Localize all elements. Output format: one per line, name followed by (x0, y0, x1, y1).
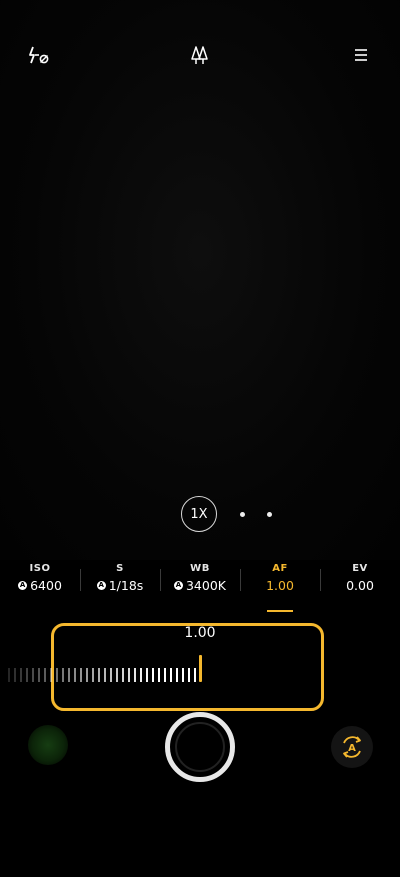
slider-tick (32, 668, 34, 682)
pro-params-bar: ISO A 6400 S A 1/18s WB A 3400K AF 1.00 … (0, 560, 400, 612)
slider-tick (158, 668, 160, 682)
param-value: A 1/18s (96, 578, 144, 593)
slider-tick (188, 668, 190, 682)
slider-tick (122, 668, 124, 682)
param-value-text: 1.00 (266, 578, 294, 593)
active-param-indicator (267, 610, 293, 612)
param-label: WB (190, 563, 210, 574)
param-label: ISO (29, 563, 51, 574)
param-label: AF (272, 563, 288, 574)
slider-tick (56, 668, 58, 682)
param-wb[interactable]: WB A 3400K (160, 560, 240, 612)
slider-tick (170, 668, 172, 682)
shutter-button[interactable] (165, 712, 235, 782)
menu-icon[interactable] (345, 40, 377, 70)
gallery-thumbnail[interactable] (28, 725, 68, 765)
slider-tick (38, 668, 40, 682)
auto-badge-icon: A (18, 581, 28, 590)
auto-badge-icon: A (96, 581, 106, 590)
slider-tick (116, 668, 118, 682)
auto-badge-icon: A (173, 581, 183, 590)
slider-tick (74, 668, 76, 682)
param-value-text: 1/18s (108, 578, 144, 593)
slider-tick (98, 668, 100, 682)
auto-rotate-icon: A (343, 736, 361, 758)
param-ev[interactable]: EV 0.00 (320, 560, 400, 612)
auto-mode-toggle[interactable]: A (331, 726, 373, 768)
slider-value: 1.00 (184, 625, 216, 641)
param-value-text: 0.00 (346, 578, 374, 593)
param-value-text: 3400K (185, 578, 226, 593)
zoom-option-dot[interactable] (240, 512, 245, 517)
slider-tick (194, 668, 196, 682)
slider-tick (146, 668, 148, 682)
zoom-selector: 1X (0, 496, 400, 534)
param-shutter[interactable]: S A 1/18s (80, 560, 160, 612)
slider-tick (20, 668, 22, 682)
zoom-1x-button[interactable]: 1X (181, 496, 217, 532)
focus-slider-ticks[interactable] (0, 668, 210, 684)
param-value-text: 6400 (30, 578, 62, 593)
slider-tick (92, 668, 94, 682)
slider-tick (86, 668, 88, 682)
param-label: EV (352, 563, 368, 574)
slider-tick (182, 668, 184, 682)
slider-tick (68, 668, 70, 682)
flash-off-icon[interactable] (22, 40, 56, 70)
shutter-inner (175, 722, 225, 772)
param-af[interactable]: AF 1.00 (240, 560, 320, 612)
slider-cursor[interactable] (199, 655, 202, 682)
slider-tick (176, 668, 178, 682)
param-value: 1.00 (266, 578, 294, 593)
slider-tick (50, 668, 52, 682)
param-value: A 6400 (18, 578, 62, 593)
slider-tick (44, 668, 46, 682)
trees-mode-icon[interactable] (183, 40, 217, 70)
param-iso[interactable]: ISO A 6400 (0, 560, 80, 612)
slider-tick (134, 668, 136, 682)
param-label: S (116, 563, 124, 574)
slider-tick (140, 668, 142, 682)
slider-tick (164, 668, 166, 682)
slider-tick (80, 668, 82, 682)
slider-tick (152, 668, 154, 682)
slider-tick (128, 668, 130, 682)
slider-tick (14, 668, 16, 682)
slider-tick (26, 668, 28, 682)
slider-tick (8, 668, 10, 682)
slider-tick (62, 668, 64, 682)
slider-tick (104, 668, 106, 682)
slider-tick (110, 668, 112, 682)
param-value: A 3400K (173, 578, 226, 593)
param-value: 0.00 (346, 578, 374, 593)
zoom-option-dot[interactable] (267, 512, 272, 517)
auto-toggle-label: A (348, 743, 356, 754)
top-bar (0, 0, 400, 110)
